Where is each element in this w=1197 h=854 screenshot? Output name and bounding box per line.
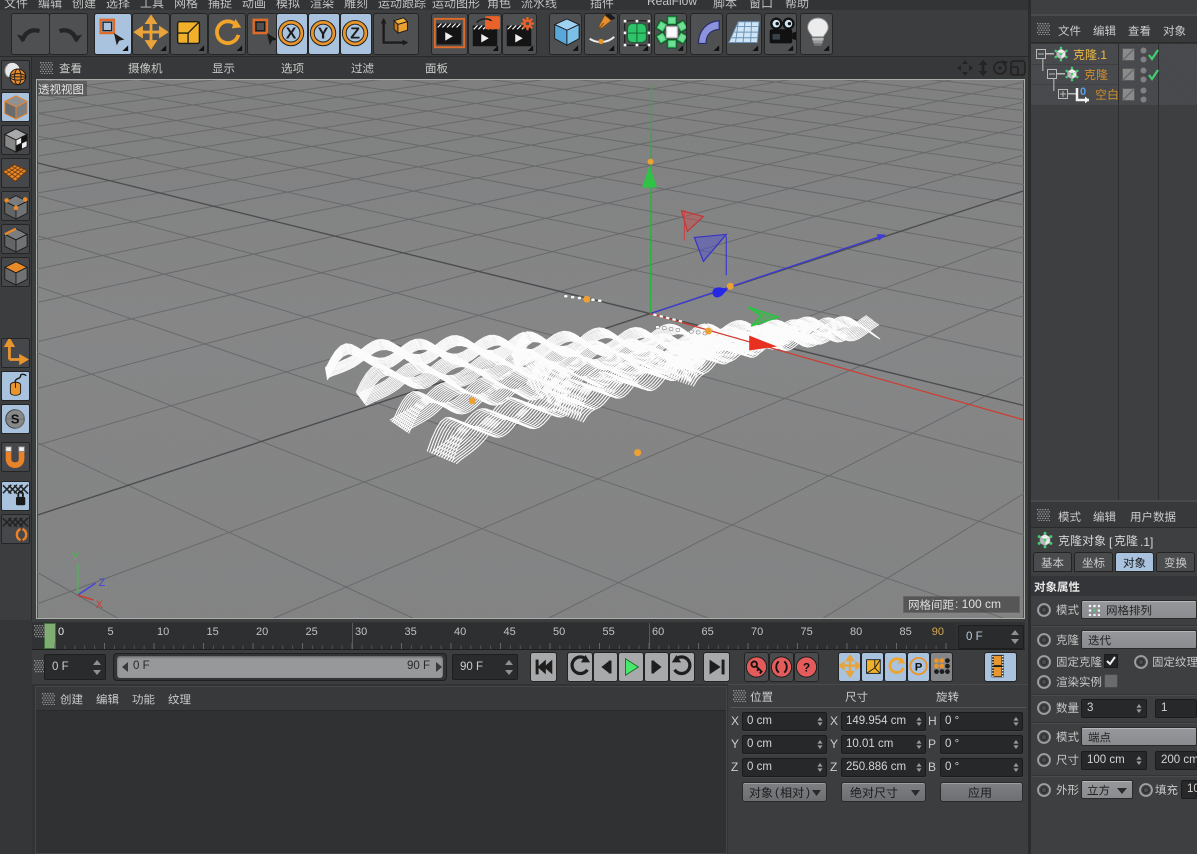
- svg-text:Y: Y: [72, 551, 80, 563]
- svg-text:X: X: [286, 26, 297, 43]
- svg-text:?: ?: [803, 661, 810, 675]
- svg-text:Y: Y: [318, 26, 329, 43]
- svg-text:Z: Z: [99, 577, 106, 589]
- svg-text:X: X: [96, 599, 104, 611]
- svg-text:P: P: [915, 662, 923, 674]
- svg-text:S: S: [11, 412, 20, 427]
- svg-text:Z: Z: [350, 26, 360, 43]
- svg-text:0: 0: [1080, 86, 1086, 98]
